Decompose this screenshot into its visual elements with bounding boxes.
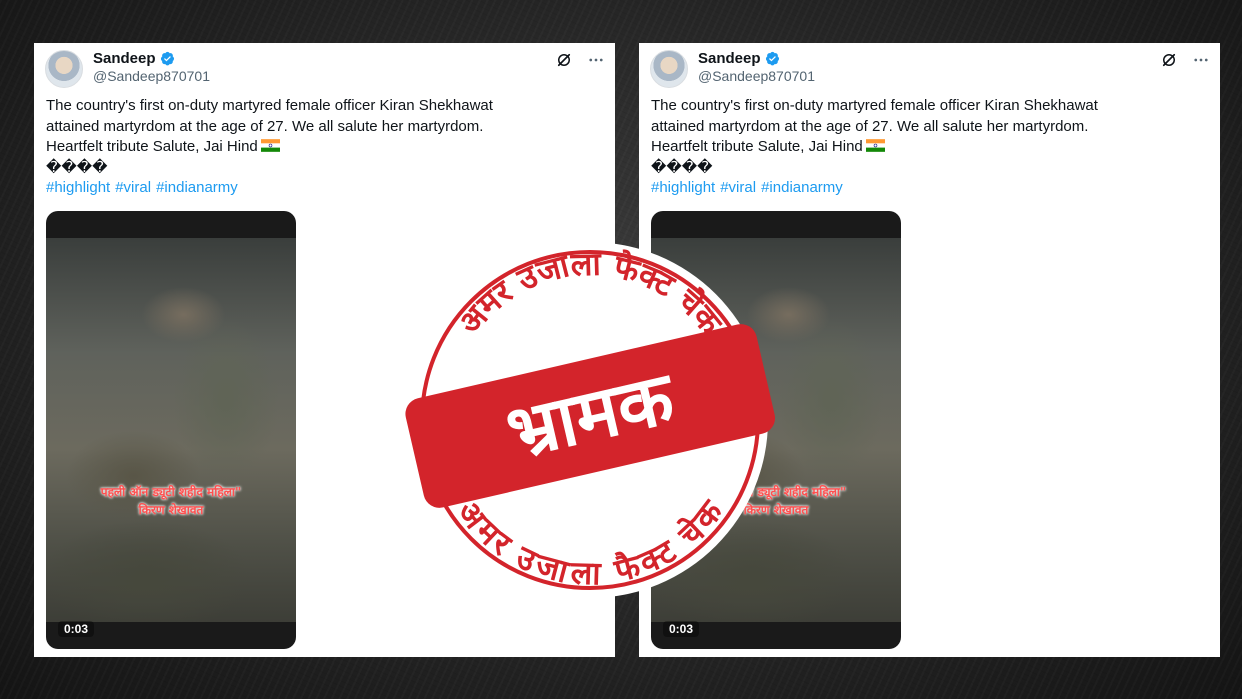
video-timestamp: 0:03	[663, 621, 700, 637]
fact-check-stamp: अमर उजाला फैक्ट चेक अमर उजाला फैक्ट चेक …	[405, 242, 776, 598]
hashtag-row: #highlight #viral #indianarmy	[651, 178, 1211, 199]
video-caption: पहली ऑन ड्यूटी शहीद महिला"	[100, 485, 242, 499]
post-text: The country's first on-duty martyred fem…	[46, 96, 606, 199]
avatar[interactable]	[650, 50, 688, 88]
user-name[interactable]: Sandeep	[93, 50, 156, 67]
post-text-line: The country's first on-duty martyred fem…	[651, 97, 1098, 114]
verified-badge-icon	[765, 51, 779, 66]
post-text-line: attained martyrdom at the age of 27. We …	[46, 117, 484, 135]
post-text-line: attained martyrdom at the age of 27. We …	[651, 117, 1089, 135]
hashtag-row: #highlight #viral #indianarmy	[46, 178, 606, 199]
video-player[interactable]: पहली ऑन ड्यूटी शहीद महिला" किरण शेखावत 0…	[46, 211, 296, 649]
user-name-row[interactable]: Sandeep	[93, 50, 175, 67]
more-options-icon[interactable]	[1192, 51, 1210, 69]
more-options-icon[interactable]	[587, 51, 605, 69]
user-handle[interactable]: @Sandeep870701	[698, 68, 815, 84]
hashtag-link[interactable]: #indianarmy	[761, 179, 843, 196]
hashtag-link[interactable]: #viral	[720, 179, 756, 196]
user-handle[interactable]: @Sandeep870701	[93, 68, 210, 84]
video-caption: किरण शेखावत	[138, 503, 204, 517]
post-text-line: ����	[651, 158, 713, 176]
post-text-line: Heartfelt tribute Salute, Jai Hind	[46, 137, 606, 158]
post-text-line: The country's first on-duty martyred fem…	[46, 97, 493, 114]
post-text-line: Heartfelt tribute Salute, Jai Hind	[651, 137, 1211, 158]
hashtag-link[interactable]: #highlight	[46, 179, 110, 196]
post-actions	[555, 51, 605, 69]
hashtag-link[interactable]: #indianarmy	[156, 179, 238, 196]
post-text-line: ����	[46, 158, 108, 176]
post-text-segment: Heartfelt tribute Salute, Jai Hind	[651, 138, 863, 155]
india-flag-icon	[865, 139, 885, 152]
grok-icon[interactable]	[1160, 51, 1178, 69]
verified-badge-icon	[160, 51, 174, 66]
grok-icon[interactable]	[555, 51, 573, 69]
post-text: The country's first on-duty martyred fem…	[651, 96, 1211, 199]
india-flag-icon	[260, 139, 280, 152]
user-name[interactable]: Sandeep	[698, 50, 761, 67]
post-text-segment: Heartfelt tribute Salute, Jai Hind	[46, 138, 258, 155]
hashtag-link[interactable]: #viral	[115, 179, 151, 196]
avatar[interactable]	[45, 50, 83, 88]
post-actions	[1160, 51, 1210, 69]
hashtag-link[interactable]: #highlight	[651, 179, 715, 196]
user-name-row[interactable]: Sandeep	[698, 50, 780, 67]
video-timestamp: 0:03	[58, 621, 95, 637]
video-thumbnail	[46, 238, 296, 622]
